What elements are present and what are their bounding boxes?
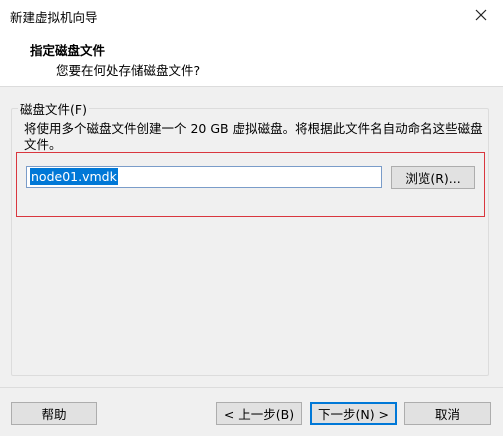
window-title: 新建虚拟机向导 [10, 10, 98, 25]
close-icon[interactable] [473, 7, 489, 23]
browse-button[interactable]: 浏览(R)... [391, 166, 475, 189]
new-vm-wizard-window: 新建虚拟机向导 指定磁盘文件 您要在何处存储磁盘文件? 磁盘文件(F) 将使用多… [0, 0, 503, 436]
disk-filename-input[interactable]: node01.vmdk [26, 166, 382, 188]
cancel-button[interactable]: 取消 [404, 402, 491, 425]
footer-divider [0, 387, 503, 388]
wizard-header: 指定磁盘文件 您要在何处存储磁盘文件? [0, 30, 503, 87]
next-button[interactable]: 下一步(N) > [310, 402, 397, 425]
disk-file-description: 将使用多个磁盘文件创建一个 20 GB 虚拟磁盘。将根据此文件名自动命名这些磁盘… [24, 121, 483, 152]
page-title: 指定磁盘文件 [30, 43, 106, 58]
page-subtitle: 您要在何处存储磁盘文件? [56, 63, 201, 78]
help-button[interactable]: 帮助 [11, 402, 97, 425]
disk-filename-value: node01.vmdk [30, 168, 118, 185]
disk-file-group-label: 磁盘文件(F) [18, 99, 89, 118]
title-bar: 新建虚拟机向导 [0, 0, 503, 30]
back-button[interactable]: < 上一步(B) [216, 402, 302, 425]
